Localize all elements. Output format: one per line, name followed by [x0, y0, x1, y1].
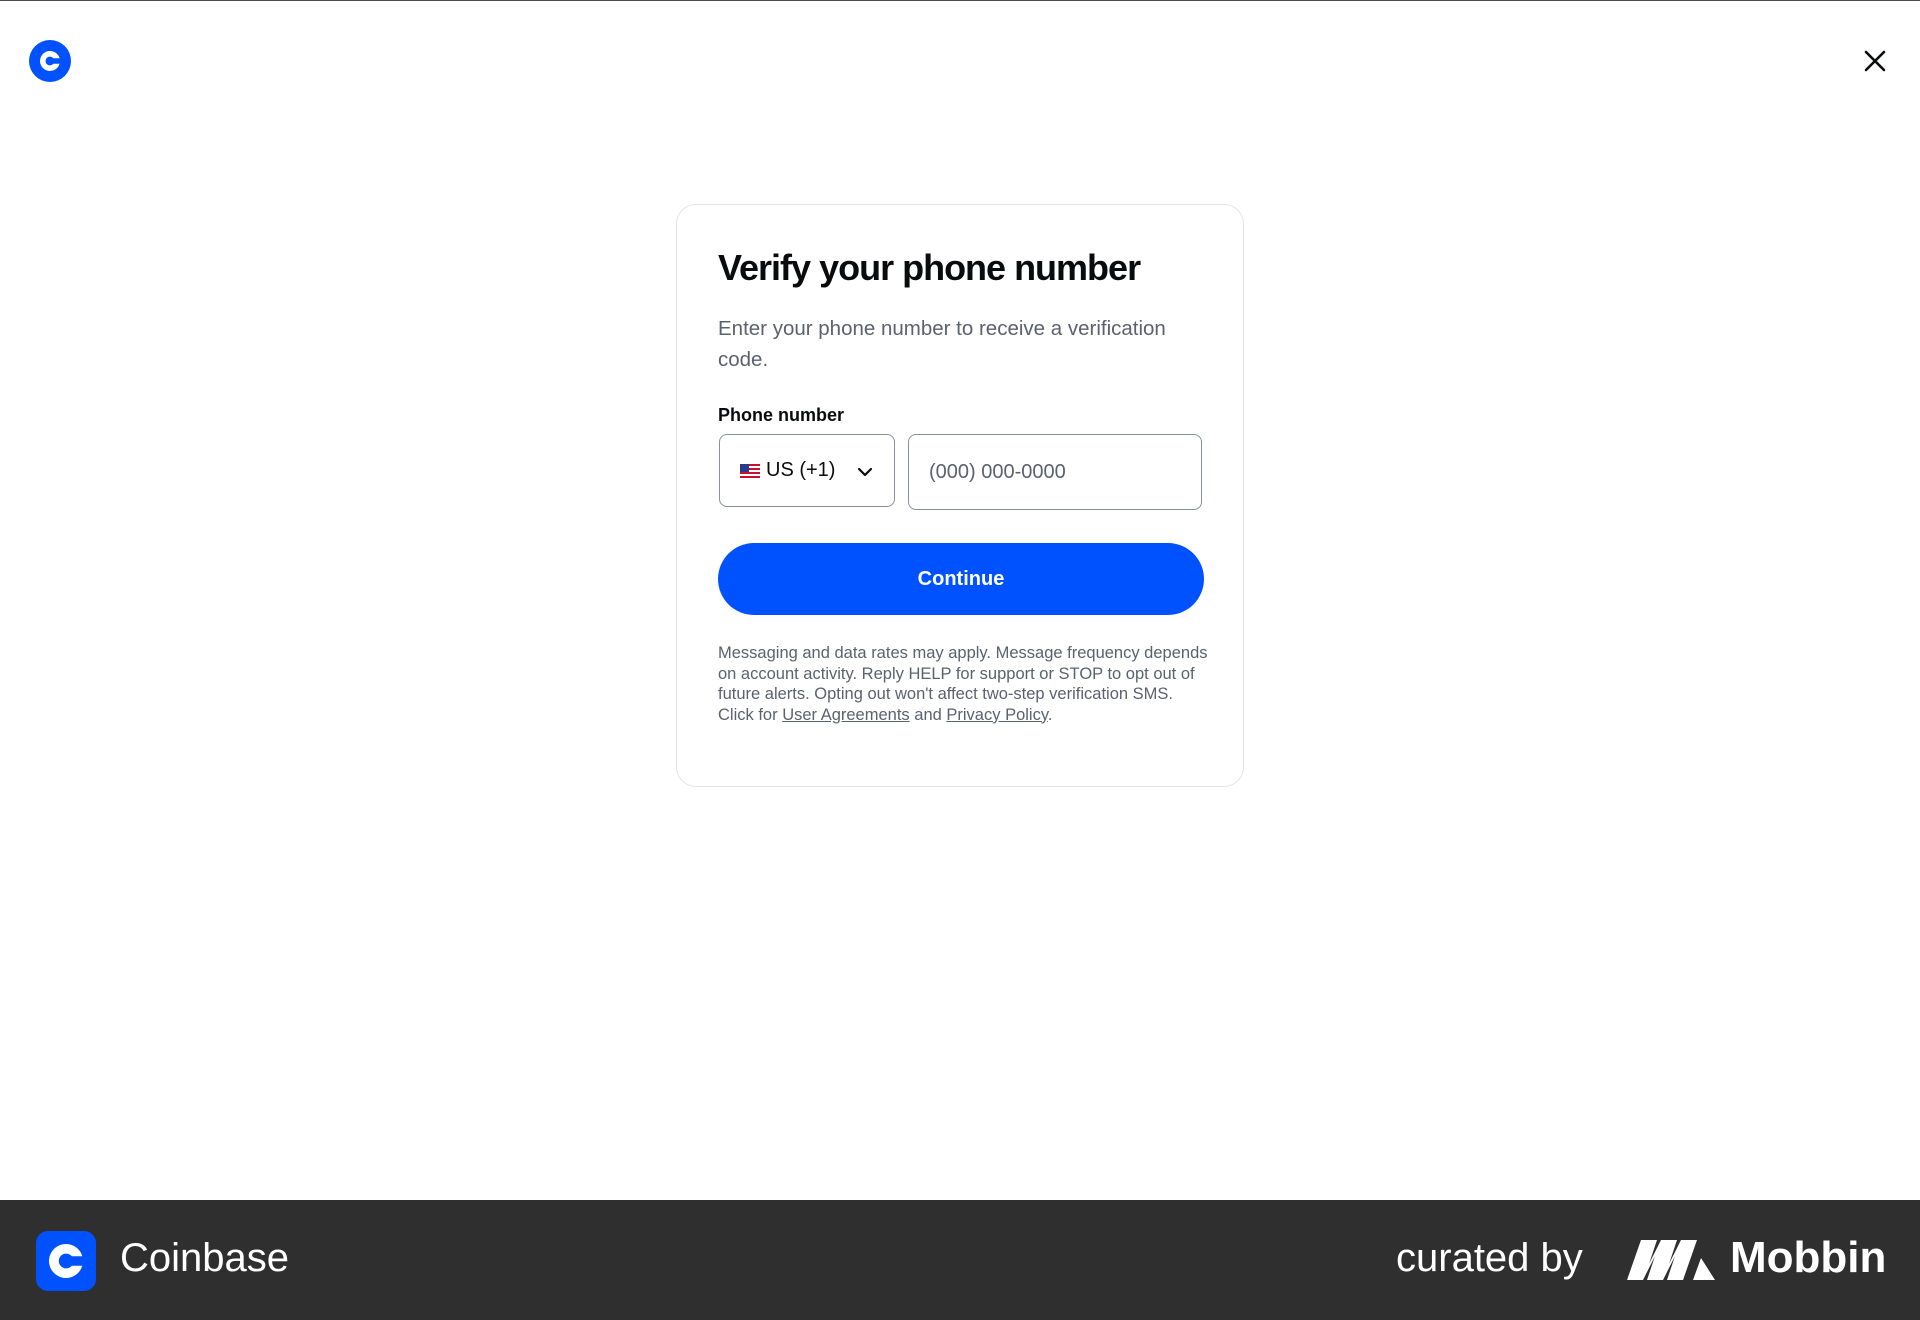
country-code-value: US (+1) — [766, 459, 836, 481]
disclaimer-and: and — [914, 705, 942, 724]
close-button[interactable] — [1860, 46, 1890, 76]
mobbin-wordmark: Mobbin — [1730, 1233, 1887, 1282]
coinbase-app-icon — [36, 1231, 96, 1291]
sms-disclaimer: Messaging and data rates may apply. Mess… — [718, 643, 1208, 725]
page-subtitle: Enter your phone number to receive a ver… — [718, 317, 1166, 371]
disclaimer-end: . — [1047, 705, 1053, 724]
page-title: Verify your phone number — [718, 247, 1141, 288]
top-border — [0, 0, 1920, 1]
curated-by-label: curated by — [1396, 1236, 1583, 1280]
close-icon — [1864, 50, 1886, 72]
continue-button[interactable]: Continue — [718, 543, 1204, 615]
verify-phone-card: Verify your phone number Enter your phon… — [676, 204, 1244, 787]
footer-bar: Coinbase curated by Mobbin — [0, 1200, 1920, 1320]
phone-number-input[interactable] — [908, 434, 1202, 510]
privacy-policy-link[interactable]: Privacy Policy — [946, 706, 1047, 724]
coinbase-logo-icon[interactable] — [28, 39, 72, 83]
phone-number-label: Phone number — [718, 405, 845, 425]
footer-brand-name: Coinbase — [120, 1236, 290, 1280]
mobbin-logo-icon — [1627, 1240, 1715, 1280]
country-code-select[interactable]: US (+1) — [719, 434, 895, 507]
chevron-down-icon — [857, 467, 873, 477]
us-flag-icon — [740, 463, 760, 478]
user-agreements-link[interactable]: User Agreements — [782, 706, 909, 724]
